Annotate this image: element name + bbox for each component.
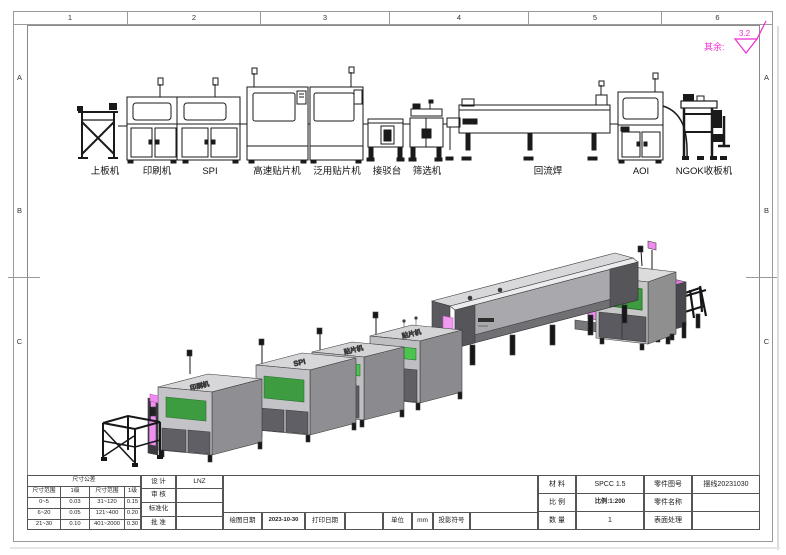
surface-treatment-value (692, 511, 760, 530)
unit-value: mm (412, 512, 433, 530)
notes-area (223, 475, 538, 513)
surface-note-label: 其余: (704, 41, 725, 52)
sign-label-design: 设 计 (141, 475, 176, 489)
drawing-canvas: 上板机 印刷机 SPI 高速贴片机 泛用贴片机 接驳台 筛选机 回流焊 AOI … (0, 0, 786, 555)
drawing-sheet: 1 2 3 4 5 6 A B C A B C (0, 0, 786, 555)
part-name-value (692, 493, 760, 512)
label-2d-highspeed-mounter: 高速贴片机 (253, 165, 301, 177)
print-date-label: 打印日期 (305, 512, 345, 530)
draw-date-value: 2023-10-30 (262, 512, 305, 530)
line-3d-render: AOI (101, 241, 706, 467)
machine-2d-aoi (618, 73, 687, 163)
sign-value-check (176, 488, 223, 503)
print-date-value (345, 512, 383, 530)
line-2d-elevation (77, 67, 730, 163)
label-2d-aoi: AOI (633, 166, 649, 177)
quantity-value: 1 (576, 511, 644, 530)
scale-label: 比 例 (538, 493, 576, 512)
projection-label: 投影符号 (433, 512, 470, 530)
tolerance-cell: 401~2000 (89, 519, 125, 530)
surface-treatment-label: 表面处理 (644, 511, 692, 530)
sign-label-standard: 标准化 (141, 502, 176, 517)
draw-date-label: 绘图日期 (223, 512, 262, 530)
machine-2d-docking-conveyor (367, 119, 404, 161)
label-2d-reflow: 回流焊 (534, 165, 563, 177)
label-2d-docking: 接驳台 (373, 165, 402, 177)
tolerance-cell: 0.10 (60, 519, 90, 530)
sign-value-design: LNZ (176, 475, 223, 489)
projection-symbol-cell (470, 512, 538, 530)
unit-label: 单位 (383, 512, 412, 530)
part-name-label: 零件名称 (644, 493, 692, 512)
machine-2d-screening (409, 100, 443, 161)
label-2d-general-mounter: 泛用贴片机 (313, 165, 361, 177)
surface-roughness-note: 其余: 3.2 (704, 21, 766, 53)
label-2d-loader: 上板机 (91, 165, 120, 177)
label-2d-printer: 印刷机 (143, 165, 172, 177)
roughness-triangle-icon (735, 39, 757, 53)
tolerance-cell: 0.30 (124, 519, 141, 530)
machine-2d-general-mounter (310, 67, 363, 163)
sign-label-check: 审 核 (141, 488, 176, 503)
machine-2d-loader (77, 103, 118, 158)
part-number-label: 零件图号 (644, 475, 692, 494)
line-2d-labels: 上板机 印刷机 SPI 高速贴片机 泛用贴片机 接驳台 筛选机 回流焊 AOI … (91, 165, 733, 177)
label-2d-unloader: NGOK收板机 (676, 165, 733, 177)
label-2d-screening: 筛选机 (413, 165, 442, 177)
machine-2d-highspeed-mounter (247, 68, 308, 163)
scale-value: 比例:1:200 (576, 493, 644, 512)
sign-value-approve (176, 516, 223, 530)
part-number-value: 摆线20231030 (692, 475, 760, 494)
quantity-label: 数 量 (538, 511, 576, 530)
material-value: SPCC 1.5 (576, 475, 644, 494)
machine-2d-unloader (681, 94, 730, 160)
sign-label-approve: 批 准 (141, 516, 176, 530)
machine-2d-reflow-oven (446, 81, 610, 160)
machine-3d-printer: 印刷机 (148, 350, 262, 462)
machine-2d-printer-spi (127, 78, 240, 163)
label-2d-spi: SPI (202, 166, 217, 177)
material-label: 材 料 (538, 475, 576, 494)
tolerance-cell: 21~30 (27, 519, 61, 530)
surface-note-value: 3.2 (739, 29, 751, 38)
sign-value-standard (176, 502, 223, 517)
